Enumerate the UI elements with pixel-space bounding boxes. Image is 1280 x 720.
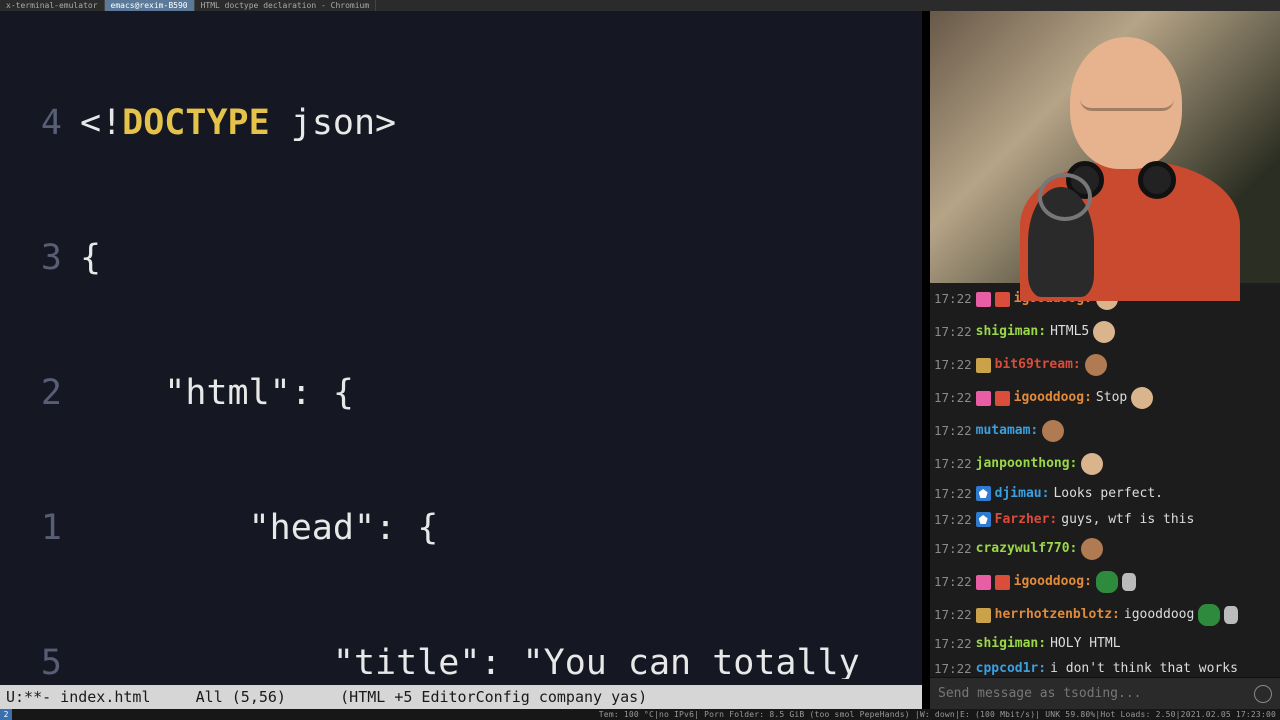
code-line: { (80, 236, 101, 281)
webcam-feed (930, 11, 1280, 283)
chat-username[interactable]: cppcod1r: (976, 662, 1046, 676)
editor-pane[interactable]: 4 <!DOCTYPE json> 3 { 2 "html": { 1 "hea… (0, 11, 922, 709)
chat-username[interactable]: janpoonthong: (976, 457, 1078, 471)
chat-username[interactable]: igooddoog: (1014, 391, 1092, 405)
emote-bald-icon (1131, 387, 1153, 409)
chat-text: Looks perfect. (1053, 487, 1163, 501)
chat-message: 17:22 bit69tream: (934, 351, 1278, 384)
chat-badge-gold-icon (976, 608, 991, 623)
chat-timestamp: 17:22 (934, 457, 972, 471)
chat-badge-red-icon (995, 391, 1010, 406)
emote-picker-icon[interactable] (1254, 685, 1272, 703)
code-line: "title": "You can totally (80, 641, 860, 679)
chat-username[interactable]: mutamam: (976, 424, 1039, 438)
chat-message: 17:22 cppcod1r: i don't think that works (934, 659, 1278, 677)
emote-face-icon (1085, 354, 1107, 376)
chat-timestamp: 17:22 (934, 513, 972, 527)
emote-frog-icon (1198, 604, 1220, 626)
chat-text: HOLY HTML (1050, 637, 1120, 651)
chat-timestamp: 17:22 (934, 391, 972, 405)
emote-wave-icon (1224, 606, 1238, 624)
chat-input-placeholder: Send message as tsoding... (938, 686, 1142, 701)
chat-badge-red-icon (995, 292, 1010, 307)
chat-message: 17:22 shigiman: HTML5 (934, 318, 1278, 351)
chat-timestamp: 17:22 (934, 292, 972, 306)
chat-message: 17:22 igooddoog: Stop (934, 384, 1278, 417)
emote-face-icon (1042, 420, 1064, 442)
chat-timestamp: 17:22 (934, 662, 972, 676)
emote-bald-icon (1081, 453, 1103, 475)
chat-message: 17:22 shigiman: HOLY HTML (934, 634, 1278, 659)
chat-username[interactable]: shigiman: (976, 325, 1046, 339)
chat-username[interactable]: bit69tream: (995, 358, 1081, 372)
emote-frog-icon (1096, 571, 1118, 593)
chat-badge-pink-icon (976, 292, 991, 307)
chat-message: 17:22 crazywulf770: (934, 535, 1278, 568)
glasses-icon (1080, 85, 1174, 111)
chat-badge-gold-icon (976, 358, 991, 373)
chat-badge-blue-icon (976, 512, 991, 527)
chat-username[interactable]: igooddoog: (1014, 575, 1092, 589)
chat-badge-red-icon (995, 575, 1010, 590)
chat-message: 17:22 Farzher: guys, wtf is this (934, 509, 1278, 535)
chat-log[interactable]: 17:22 igooddoog: 17:22 shigiman: HTML5 17:… (930, 283, 1280, 677)
chat-username[interactable]: crazywulf770: (976, 542, 1078, 556)
code-line: "head": { (80, 506, 438, 551)
emote-face-icon (1081, 538, 1103, 560)
chat-username[interactable]: shigiman: (976, 637, 1046, 651)
editor-body[interactable]: 4 <!DOCTYPE json> 3 { 2 "html": { 1 "hea… (0, 11, 922, 679)
stream-panel: 17:22 igooddoog: 17:22 shigiman: HTML5 17:… (922, 11, 1280, 709)
chat-text: guys, wtf is this (1061, 513, 1194, 527)
chat-timestamp: 17:22 (934, 575, 972, 589)
chat-badge-pink-icon (976, 391, 991, 406)
line-number: 5 (0, 641, 80, 679)
emote-bald-icon (1093, 321, 1115, 343)
chat-badge-blue-icon (976, 486, 991, 501)
chat-message: 17:22 mutamam: (934, 417, 1278, 450)
chat-input[interactable]: Send message as tsoding... (930, 677, 1280, 709)
os-tab-emacs[interactable]: emacs@rexim-B590 (105, 0, 195, 11)
os-tab-terminal[interactable]: x-terminal-emulator (0, 0, 105, 11)
modeline-modes: (HTML +5 EditorConfig company yas) (340, 688, 647, 706)
chat-text: HTML5 (1050, 325, 1089, 339)
chat-badge-pink-icon (976, 575, 991, 590)
chat-text: i don't think that works (1050, 662, 1238, 676)
chat-message: 17:22 herrhotzenblotz: igooddoog (934, 601, 1278, 634)
code-line: "html": { (80, 371, 354, 416)
chat-text: igooddoog (1124, 608, 1194, 622)
code-line: <!DOCTYPE json> (80, 101, 396, 146)
line-number: 1 (0, 506, 80, 551)
chat-timestamp: 17:22 (934, 637, 972, 651)
emote-wave-icon (1122, 573, 1136, 591)
chat-username[interactable]: djimau: (995, 487, 1050, 501)
chat-timestamp: 17:22 (934, 325, 972, 339)
chat-username[interactable]: herrhotzenblotz: (995, 608, 1120, 622)
modeline-buffer: U:**- index.html (6, 688, 151, 706)
chat-timestamp: 17:22 (934, 608, 972, 622)
chat-timestamp: 17:22 (934, 424, 972, 438)
chat-timestamp: 17:22 (934, 358, 972, 372)
line-number: 2 (0, 371, 80, 416)
status-right: Tem: 100 °C|no IPv6| Porn Folder: 8.5 Gi… (599, 710, 1280, 719)
line-number: 4 (0, 101, 80, 146)
os-tab-browser[interactable]: HTML doctype declaration - Chromium (195, 0, 377, 11)
chat-message: 17:22 janpoonthong: (934, 450, 1278, 483)
line-number: 3 (0, 236, 80, 281)
modeline-position: All (5,56) (196, 688, 286, 706)
workspace-indicator[interactable]: 2 (0, 709, 12, 720)
chat-message: 17:22 djimau: Looks perfect. (934, 483, 1278, 509)
emacs-modeline: U:**- index.html All (5,56) (HTML +5 Edi… (0, 685, 922, 709)
microphone-icon (1028, 187, 1094, 297)
chat-timestamp: 17:22 (934, 542, 972, 556)
i3-status-bar: 2 Tem: 100 °C|no IPv6| Porn Folder: 8.5 … (0, 709, 1280, 720)
chat-text: Stop (1096, 391, 1127, 405)
chat-message: 17:22 igooddoog: (934, 568, 1278, 601)
chat-username[interactable]: Farzher: (995, 513, 1058, 527)
os-taskbar: x-terminal-emulator emacs@rexim-B590 HTM… (0, 0, 1280, 11)
chat-timestamp: 17:22 (934, 487, 972, 501)
